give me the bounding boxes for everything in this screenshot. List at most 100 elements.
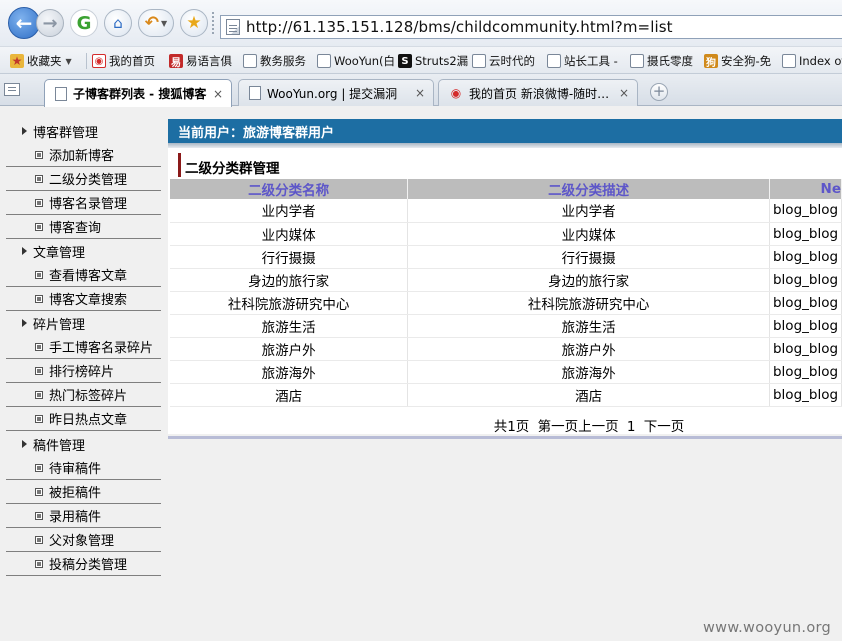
pager-first-link[interactable]: 第一页 <box>538 415 579 435</box>
close-icon[interactable]: × <box>415 86 425 100</box>
cell-ne: blog_blog <box>769 245 842 269</box>
table-row: 身边的旅行家 身边的旅行家 blog_blog <box>170 268 842 292</box>
menu-item-blog-query[interactable]: 博客查询 <box>6 215 161 239</box>
menu-item-pending[interactable]: 待审稿件 <box>6 456 161 480</box>
menu-item-parent-object[interactable]: 父对象管理 <box>6 528 161 552</box>
cell-name: 旅游生活 <box>170 314 409 338</box>
bookmark-item[interactable]: Index of <box>782 53 842 69</box>
bookmark-item[interactable]: 站长工具 - <box>547 53 618 69</box>
cell-description: 酒店 <box>407 383 770 407</box>
bullet-icon <box>35 559 43 568</box>
bookmark-item[interactable]: 教务服务 <box>243 53 306 69</box>
bookmark-favorites[interactable]: ★ 收藏夹 ▼ <box>10 53 72 69</box>
cell-description: 旅游海外 <box>407 360 770 384</box>
forward-button[interactable]: → <box>36 9 64 37</box>
tab-label: WooYun.org | 提交漏洞 <box>267 86 398 101</box>
bookmark-label: 我的首页 <box>109 54 155 68</box>
menu-item-submission-category[interactable]: 投稿分类管理 <box>6 552 161 576</box>
column-header-ne: Ne <box>769 179 842 199</box>
bookmark-item[interactable]: 狗 安全狗-免 <box>704 53 771 69</box>
page-icon <box>782 54 796 68</box>
refresh-button[interactable]: G <box>70 9 98 37</box>
close-icon[interactable]: × <box>213 87 223 101</box>
pager-prev-link[interactable]: 上一页 <box>578 415 619 435</box>
section-title: 二级分类群管理 <box>178 153 280 177</box>
menu-item-rejected[interactable]: 被拒稿件 <box>6 480 161 504</box>
user-bar-shadow <box>168 143 842 148</box>
menu-item-label: 二级分类管理 <box>49 173 128 188</box>
home-icon: ⌂ <box>113 14 123 32</box>
yiyuyan-icon: 易 <box>169 54 183 69</box>
bullet-icon <box>35 366 43 375</box>
bookmark-item[interactable]: 摄氏零度 <box>630 53 693 69</box>
menu-group-blog-group[interactable]: 博客群管理 <box>0 119 162 143</box>
restore-closed-tab-button[interactable]: ↶ ▼ <box>138 9 174 37</box>
menu-item-blog-directory[interactable]: 博客名录管理 <box>6 191 161 215</box>
menu-item-accepted[interactable]: 录用稿件 <box>6 504 161 528</box>
menu-item-label: 排行榜碎片 <box>49 365 115 380</box>
chevron-down-icon: ▼ <box>161 18 168 28</box>
toolbar-separator <box>212 12 214 34</box>
menu-group-manuscripts[interactable]: 稿件管理 <box>0 432 162 456</box>
weibo-icon: ◉ <box>450 86 462 100</box>
menu-item-hot-tags-fragment[interactable]: 热门标签碎片 <box>6 383 161 407</box>
bookmark-item[interactable]: S Struts2漏 <box>398 53 468 69</box>
menu-item-label: 添加新博客 <box>49 149 115 164</box>
bookmark-item[interactable]: 易 易语言俱 <box>169 53 232 69</box>
bookmark-label: 摄氏零度 <box>647 54 693 68</box>
close-icon[interactable]: × <box>619 86 629 100</box>
menu-group-label: 文章管理 <box>33 245 86 261</box>
bullet-icon <box>35 270 43 279</box>
favorite-button[interactable]: ★ <box>180 9 208 37</box>
address-text[interactable]: http://61.135.151.128/bms/childcommunity… <box>246 18 673 36</box>
column-header-description: 二级分类描述 <box>407 179 770 199</box>
menu-item-label: 博客名录管理 <box>49 197 128 212</box>
menu-item-view-articles[interactable]: 查看博客文章 <box>6 263 161 287</box>
triangle-right-icon <box>22 247 27 255</box>
cell-name: 旅游海外 <box>170 360 409 384</box>
menu-item-yesterday-hot[interactable]: 昨日热点文章 <box>6 407 161 431</box>
weibo-icon: ◉ <box>92 54 106 68</box>
content-panel: 当前用户：旅游博客群用户 二级分类群管理 二级分类名称 二级分类描述 Ne 业内… <box>168 119 842 439</box>
menu-item-article-search[interactable]: 博客文章搜索 <box>6 287 161 311</box>
bookmark-item[interactable]: WooYun(白 <box>317 53 395 69</box>
bullet-icon <box>35 222 43 231</box>
menu-item-label: 博客查询 <box>49 221 102 236</box>
cell-ne: blog_blog <box>769 383 842 407</box>
cell-ne: blog_blog <box>769 360 842 384</box>
cell-name: 旅游户外 <box>170 337 409 361</box>
menu-item-label: 父对象管理 <box>49 534 115 549</box>
page-icon <box>249 86 261 100</box>
address-bar[interactable]: http://61.135.151.128/bms/childcommunity… <box>220 15 842 39</box>
bookmark-label: 易语言俱 <box>186 54 232 68</box>
column-header-name: 二级分类名称 <box>170 179 409 199</box>
menu-item-label: 录用稿件 <box>49 510 102 525</box>
menu-group-articles[interactable]: 文章管理 <box>0 239 162 263</box>
triangle-right-icon <box>22 127 27 135</box>
menu-item-manual-directory-fragment[interactable]: 手工博客名录碎片 <box>6 335 161 359</box>
tab-weibo[interactable]: ◉ 我的首页 新浪微博-随时… × <box>438 79 638 106</box>
bookmark-item[interactable]: ◉ 我的首页 <box>92 53 155 69</box>
menu-item-ranking-fragment[interactable]: 排行榜碎片 <box>6 359 161 383</box>
bookmark-label: 收藏夹 <box>27 54 62 68</box>
tab-wooyun[interactable]: WooYun.org | 提交漏洞 × <box>238 79 434 106</box>
pager-next-link[interactable]: 下一页 <box>644 415 685 435</box>
table-row: 酒店 酒店 blog_blog <box>170 383 842 407</box>
menu-item-label: 热门标签碎片 <box>49 389 128 404</box>
bullet-icon <box>35 174 43 183</box>
cell-ne: blog_blog <box>769 291 842 315</box>
menu-item-add-blog[interactable]: 添加新博客 <box>6 143 161 167</box>
menu-item-subcategory[interactable]: 二级分类管理 <box>6 167 161 191</box>
new-tab-button[interactable]: + <box>650 83 668 101</box>
page-body: 博客群管理 添加新博客 二级分类管理 博客名录管理 博客查询 文章管理 查看博客… <box>0 107 842 641</box>
pager-current: 1 <box>626 419 636 435</box>
page-icon <box>317 54 331 68</box>
tab-list-button[interactable] <box>4 83 20 96</box>
safedog-icon: 狗 <box>704 54 718 69</box>
cell-ne: blog_blog <box>769 268 842 292</box>
home-button[interactable]: ⌂ <box>104 9 132 37</box>
bookmark-item[interactable]: 云时代的 <box>472 53 535 69</box>
menu-group-fragments[interactable]: 碎片管理 <box>0 311 162 335</box>
bullet-icon <box>35 294 43 303</box>
tab-sohu-blog[interactable]: 子博客群列表 - 搜狐博客 × <box>44 79 232 107</box>
